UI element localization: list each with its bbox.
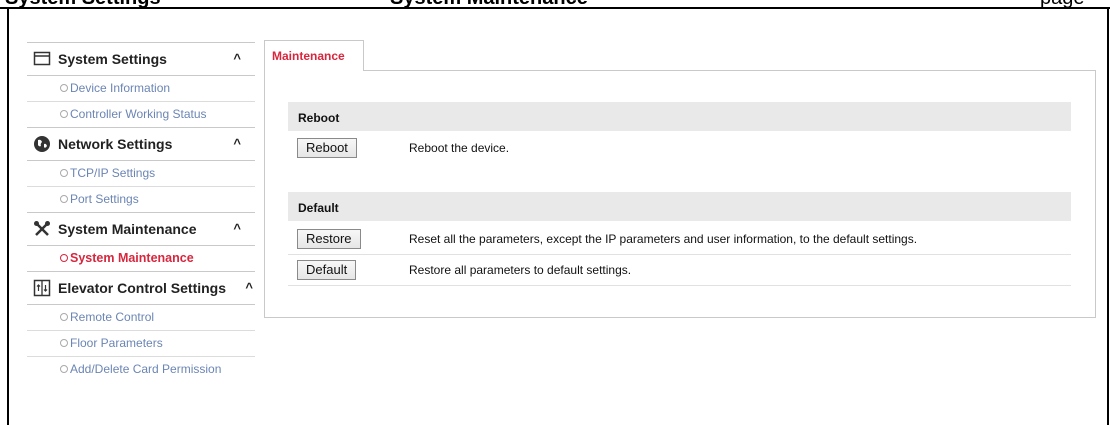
restore-button[interactable]: Restore <box>297 229 361 249</box>
sidebar-item-label: TCP/IP Settings <box>70 166 156 180</box>
bullet-icon <box>60 109 68 118</box>
sidebar-item-label: Device Information <box>70 81 171 95</box>
maintenance-panel: Reboot Reboot Reboot the device. Default… <box>264 70 1096 318</box>
sidebar-item-floor-parameters[interactable]: Floor Parameters <box>27 331 255 357</box>
tab-maintenance[interactable]: Maintenance <box>264 40 364 71</box>
sidebar-item-add-delete-card-permission[interactable]: Add/Delete Card Permission <box>27 357 255 383</box>
sidebar-section-title: Network Settings <box>58 136 173 152</box>
row-divider <box>288 254 1071 255</box>
sidebar-item-label: Add/Delete Card Permission <box>70 362 222 376</box>
sidebar-section-system-maintenance[interactable]: System Maintenance ^ <box>27 212 255 246</box>
globe-icon <box>33 135 51 153</box>
sidebar-item-label: Floor Parameters <box>70 336 163 350</box>
row-divider <box>288 285 1071 286</box>
cropped-text-middle: System Maintenance <box>390 0 588 7</box>
default-section-header: Default <box>288 192 1071 221</box>
sidebar: System Settings ^ Device Information Con… <box>27 42 255 383</box>
reboot-section-header: Reboot <box>288 102 1071 131</box>
sidebar-item-port-settings[interactable]: Port Settings <box>27 187 255 213</box>
page-right-border <box>1107 9 1109 425</box>
bullet-icon <box>60 83 68 92</box>
sidebar-item-tcp-ip-settings[interactable]: TCP/IP Settings <box>27 161 255 187</box>
sidebar-item-label: Controller Working Status <box>70 107 207 121</box>
bullet-icon <box>60 253 68 262</box>
reboot-button[interactable]: Reboot <box>297 138 357 158</box>
sidebar-item-label: Remote Control <box>70 310 155 324</box>
cropped-text-right: page <box>1040 0 1085 7</box>
chevron-up-icon[interactable]: ^ <box>233 221 241 236</box>
restore-description: Reset all the parameters, except the IP … <box>409 232 918 246</box>
bullet-icon <box>60 364 68 373</box>
sidebar-item-remote-control[interactable]: Remote Control <box>27 305 255 331</box>
bullet-icon <box>60 312 68 321</box>
sidebar-item-device-information[interactable]: Device Information <box>27 76 255 102</box>
window-icon <box>33 50 51 68</box>
chevron-up-icon[interactable]: ^ <box>245 280 253 295</box>
sidebar-item-label: System Maintenance <box>70 251 194 265</box>
elevator-icon <box>33 279 51 297</box>
cropped-header-text: System Settings System Maintenance page <box>0 0 1110 9</box>
sidebar-section-title: System Maintenance <box>58 221 197 237</box>
bullet-icon <box>60 194 68 203</box>
sidebar-item-label: Port Settings <box>70 192 139 206</box>
reboot-description: Reboot the device. <box>409 141 510 155</box>
bullet-icon <box>60 168 68 177</box>
page-left-border <box>7 9 9 425</box>
sidebar-item-controller-working-status[interactable]: Controller Working Status <box>27 102 255 128</box>
tools-icon <box>33 220 51 238</box>
sidebar-section-title: System Settings <box>58 51 167 67</box>
sidebar-section-system-settings[interactable]: System Settings ^ <box>27 42 255 76</box>
sidebar-section-network-settings[interactable]: Network Settings ^ <box>27 127 255 161</box>
chevron-up-icon[interactable]: ^ <box>233 136 241 151</box>
default-description: Restore all parameters to default settin… <box>409 263 632 277</box>
default-button[interactable]: Default <box>297 260 357 280</box>
sidebar-item-system-maintenance[interactable]: System Maintenance <box>27 246 255 272</box>
cropped-text-left: System Settings <box>5 0 161 7</box>
bullet-icon <box>60 338 68 347</box>
sidebar-section-title: Elevator Control Settings <box>58 280 227 296</box>
chevron-up-icon[interactable]: ^ <box>233 51 241 66</box>
sidebar-section-elevator-control-settings[interactable]: Elevator Control Settings ^ <box>27 271 255 305</box>
